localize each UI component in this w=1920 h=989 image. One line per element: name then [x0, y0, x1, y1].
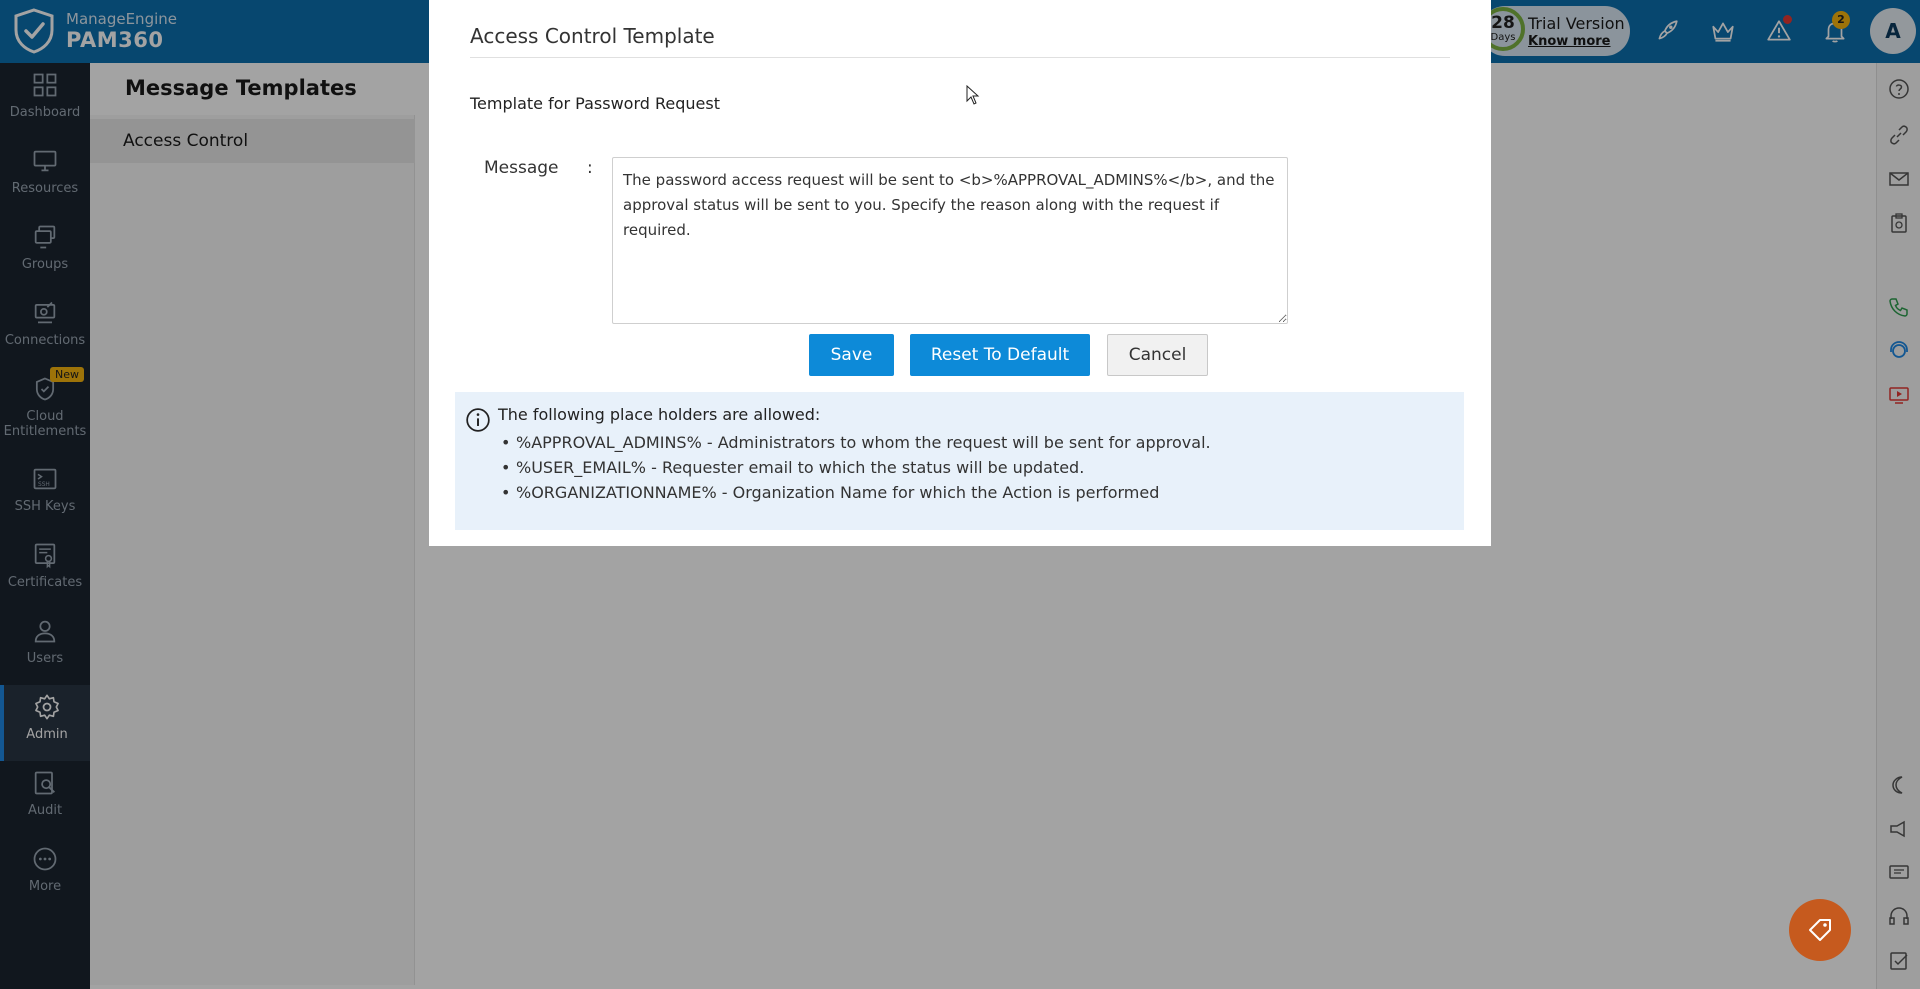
- floating-tag-button[interactable]: [1789, 899, 1851, 961]
- placeholder-list: %APPROVAL_ADMINS% - Administrators to wh…: [498, 430, 1211, 505]
- list-item: %USER_EMAIL% - Requester email to which …: [498, 455, 1211, 480]
- reset-to-default-button[interactable]: Reset To Default: [910, 334, 1090, 376]
- tag-icon: [1809, 919, 1831, 941]
- message-textarea[interactable]: The password access request will be sent…: [612, 157, 1288, 324]
- list-item: %ORGANIZATIONNAME% - Organization Name f…: [498, 480, 1211, 505]
- dialog-title: Access Control Template: [470, 24, 715, 48]
- save-button[interactable]: Save: [809, 334, 894, 376]
- cancel-button[interactable]: Cancel: [1107, 334, 1208, 376]
- info-icon: [466, 408, 490, 432]
- message-label: Message: [484, 158, 559, 178]
- message-colon: :: [587, 158, 593, 178]
- list-item: %APPROVAL_ADMINS% - Administrators to wh…: [498, 430, 1211, 455]
- section-title: Template for Password Request: [470, 94, 720, 113]
- access-control-template-dialog: Access Control Template Template for Pas…: [429, 0, 1491, 546]
- dialog-divider: [470, 57, 1450, 58]
- info-heading: The following place holders are allowed:: [498, 405, 821, 424]
- mouse-cursor-icon: [966, 85, 980, 105]
- placeholder-info-box: The following place holders are allowed:…: [455, 392, 1464, 530]
